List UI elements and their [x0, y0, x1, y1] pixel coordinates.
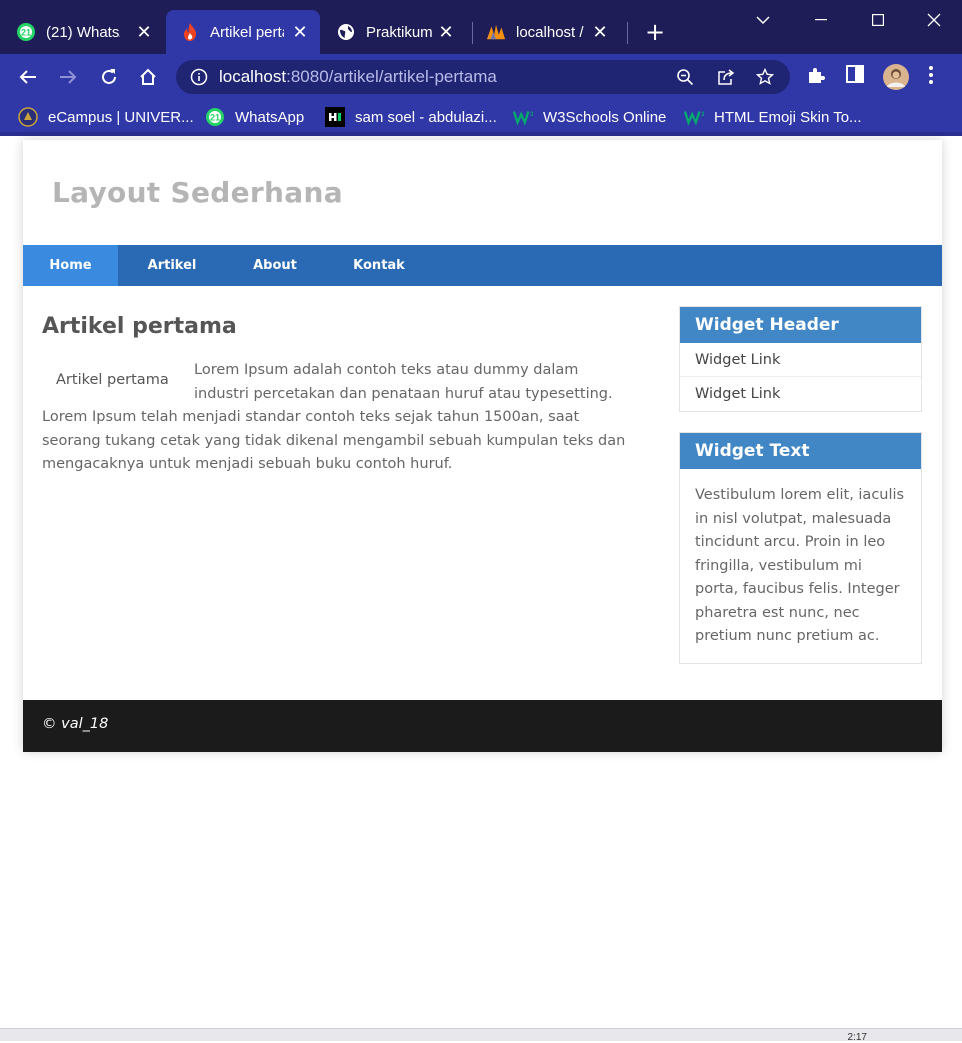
- bookmark-label: sam soel - abdulazi...: [355, 108, 497, 126]
- close-icon[interactable]: ✕: [590, 22, 610, 42]
- bookmark-w3schools[interactable]: 3 W3Schools Online: [513, 106, 666, 128]
- w3schools-icon: 3: [684, 107, 704, 127]
- bookmark-label: HTML Emoji Skin To...: [714, 108, 862, 126]
- avatar[interactable]: [882, 63, 910, 95]
- maximize-icon[interactable]: [866, 8, 890, 32]
- tab-artikel[interactable]: Artikel pertama ✕: [166, 10, 320, 54]
- widget-link[interactable]: Widget Link: [680, 377, 921, 411]
- article-image-alt: Artikel pertama: [56, 372, 169, 388]
- widget-header: Widget Text: [680, 433, 921, 469]
- reload-icon[interactable]: [96, 64, 122, 90]
- w3schools-icon: 3: [513, 107, 533, 127]
- bookmark-ecampus[interactable]: eCampus | UNIVER...: [18, 106, 194, 128]
- close-window-icon[interactable]: [922, 8, 946, 32]
- tab-title: localhost / phpMyAdmin: [516, 23, 586, 41]
- bookmark-hashnode[interactable]: sam soel - abdulazi...: [325, 106, 497, 128]
- tab-separator: [472, 22, 473, 44]
- extensions-puzzle-icon[interactable]: [806, 65, 826, 89]
- bookmark-star-icon[interactable]: [755, 67, 775, 90]
- article-body: Artikel pertama Lorem Ipsum adalah conto…: [42, 359, 637, 477]
- site-info-icon[interactable]: [190, 68, 208, 90]
- sidebar: Widget Header Widget Link Widget Link Wi…: [679, 306, 922, 684]
- side-panel-icon[interactable]: [846, 65, 864, 87]
- globe-icon: [336, 22, 356, 42]
- taskbar-clock[interactable]: 2:17: [848, 1032, 867, 1043]
- widget-text-body: Vestibulum lorem elit, iaculis in nisl v…: [695, 487, 905, 644]
- bookmark-whatsapp[interactable]: 21 WhatsApp: [205, 106, 304, 128]
- back-arrow-icon[interactable]: [15, 64, 41, 90]
- os-taskbar: 2:17: [0, 1028, 962, 1043]
- close-icon[interactable]: ✕: [134, 22, 154, 42]
- widget-text: Widget Text Vestibulum lorem elit, iacul…: [679, 432, 922, 664]
- whatsapp-icon: 21: [16, 22, 36, 42]
- bookmark-label: WhatsApp: [235, 108, 305, 126]
- hashnode-icon: [325, 107, 345, 127]
- bookmarks-bar: eCampus | UNIVER... 21 WhatsApp sam soel…: [0, 100, 962, 136]
- url-host: localhost: [219, 67, 287, 86]
- page-container: Layout Sederhana Home Artikel About Kont…: [23, 140, 942, 752]
- bookmark-emoji-skin[interactable]: 3 HTML Emoji Skin To...: [684, 106, 862, 128]
- codeigniter-flame-icon: [180, 22, 200, 42]
- site-title: Layout Sederhana: [52, 176, 343, 209]
- forward-arrow-icon[interactable]: [55, 64, 81, 90]
- whatsapp-icon: 21: [205, 107, 225, 127]
- minimize-icon[interactable]: [809, 8, 833, 32]
- article-title: Artikel pertama: [42, 314, 237, 339]
- phpmyadmin-icon: [486, 22, 506, 42]
- article-image-broken: Artikel pertama: [42, 359, 194, 399]
- page-viewport: Layout Sederhana Home Artikel About Kont…: [0, 140, 962, 1028]
- tab-search-icon[interactable]: [751, 8, 775, 32]
- url-path: :8080/artikel/artikel-pertama: [286, 67, 497, 86]
- svg-text:3: 3: [530, 111, 533, 118]
- svg-text:3: 3: [701, 111, 704, 118]
- url-text: localhost:8080/artikel/artikel-pertama: [219, 67, 497, 87]
- tab-title: (21) WhatsApp: [46, 23, 120, 41]
- tab-praktikum[interactable]: Praktikum ✕: [336, 10, 466, 54]
- nav-kontak[interactable]: Kontak: [333, 245, 425, 286]
- close-icon[interactable]: ✕: [436, 22, 456, 42]
- widget-links: Widget Header Widget Link Widget Link: [679, 306, 922, 412]
- footer-text: © val_18: [42, 716, 109, 732]
- article-section: Artikel pertama Artikel pertama Lorem Ip…: [42, 314, 637, 477]
- browser-titlebar: 21 (21) WhatsApp ✕ Artikel pertama ✕ Pra…: [0, 0, 962, 54]
- address-bar[interactable]: localhost:8080/artikel/artikel-pertama: [176, 60, 790, 94]
- site-footer: © val_18: [23, 700, 942, 752]
- browser-toolbar: localhost:8080/artikel/artikel-pertama: [0, 54, 962, 100]
- menu-kebab-icon[interactable]: [928, 65, 934, 89]
- home-icon[interactable]: [135, 64, 161, 90]
- close-icon[interactable]: ✕: [290, 22, 310, 42]
- new-tab-button[interactable]: +: [643, 20, 667, 44]
- widget-header: Widget Header: [680, 307, 921, 343]
- site-header: Layout Sederhana: [23, 140, 942, 245]
- site-nav: Home Artikel About Kontak: [23, 245, 942, 286]
- share-icon[interactable]: [716, 68, 736, 90]
- bookmark-label: eCampus | UNIVER...: [48, 108, 194, 126]
- nav-about[interactable]: About: [230, 245, 320, 286]
- tab-separator: [627, 22, 628, 44]
- tab-title: Praktikum: [366, 23, 433, 41]
- bookmark-label: W3Schools Online: [543, 108, 667, 126]
- widget-link[interactable]: Widget Link: [680, 343, 921, 377]
- nav-artikel[interactable]: Artikel: [126, 245, 218, 286]
- tab-whatsapp[interactable]: 21 (21) WhatsApp ✕: [16, 10, 164, 54]
- tab-phpmyadmin[interactable]: localhost / phpMyAdmin ✕: [486, 10, 620, 54]
- tab-title: Artikel pertama: [210, 23, 284, 41]
- zoom-icon[interactable]: [676, 68, 694, 90]
- nav-home[interactable]: Home: [23, 245, 118, 286]
- ecampus-icon: [18, 107, 38, 127]
- whatsapp-badge: 21: [21, 28, 31, 38]
- whatsapp-badge: 21: [210, 113, 220, 123]
